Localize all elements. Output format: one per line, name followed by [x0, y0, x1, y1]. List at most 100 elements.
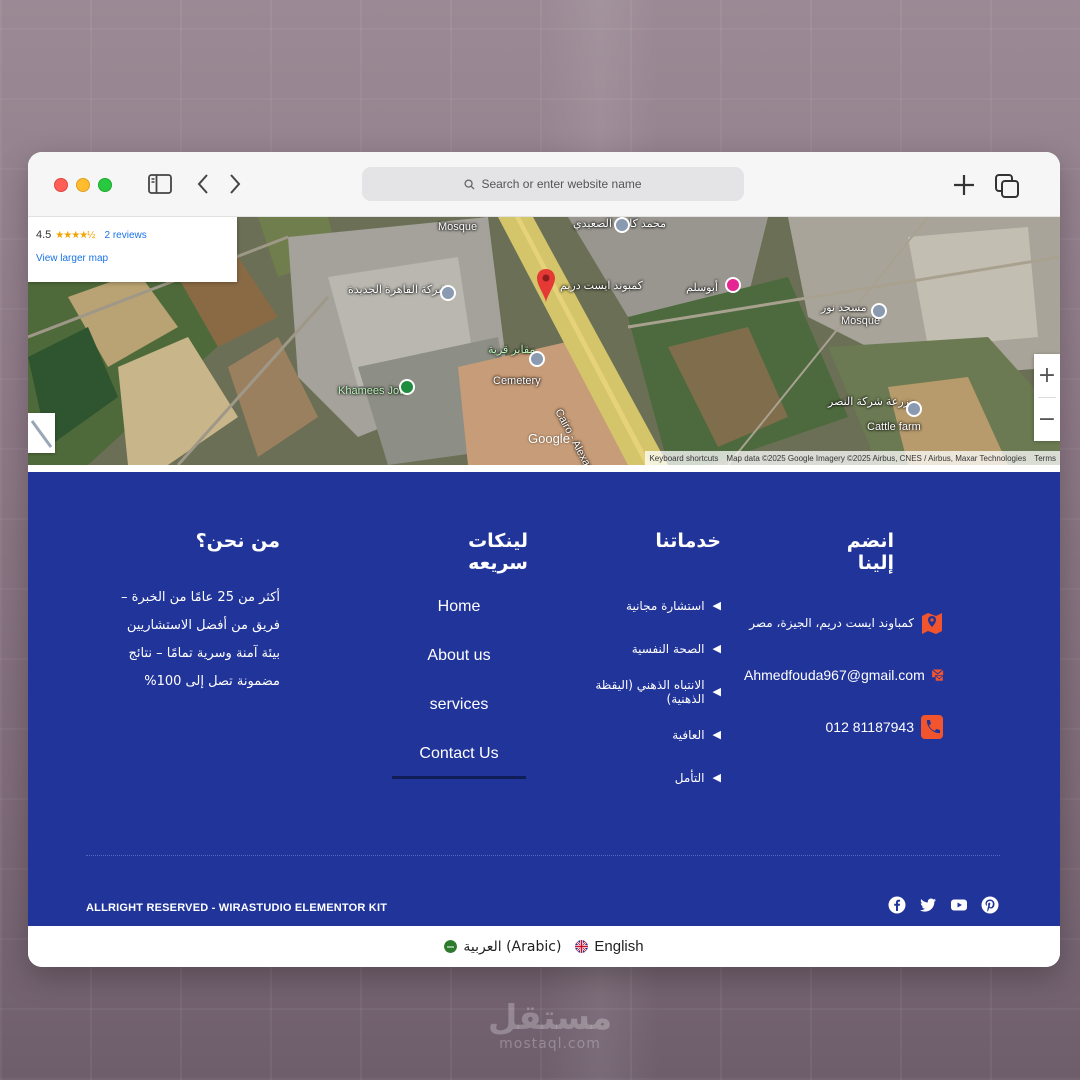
map-rating: 4.5	[36, 229, 52, 241]
search-icon	[464, 178, 475, 190]
address-text: كمباوند ايست دريم، الجيزة، مصر	[749, 616, 914, 630]
facebook-icon[interactable]	[888, 896, 906, 914]
map-poi-icon	[725, 277, 741, 293]
footer-link-contact[interactable]: Contact Us	[392, 739, 526, 779]
service-item[interactable]: التأمل ◀	[588, 756, 721, 799]
map-marker-icon[interactable]	[537, 269, 555, 303]
keyboard-shortcuts-link[interactable]: Keyboard shortcuts	[649, 454, 718, 463]
service-label: العافية	[672, 727, 705, 742]
map-zoom-control: + −	[1034, 354, 1060, 441]
browser-window: Search or enter website name كمبوند ايست…	[28, 152, 1060, 967]
social-links	[888, 896, 999, 914]
chevron-left-icon: ◀	[712, 728, 721, 741]
watermark-latin: mostaql.com	[499, 1036, 601, 1052]
map-label-mosque-top: Mosque	[438, 221, 478, 233]
map-data-text: Map data ©2025 Google Imagery ©2025 Airb…	[726, 453, 1027, 463]
chevron-left-icon: ◀	[712, 642, 721, 655]
map-location-icon	[922, 613, 942, 634]
contact-list: كمباوند ايست دريم، الجيزة، مصر Ahmedfoud…	[744, 597, 944, 753]
map-poi-icon	[614, 217, 630, 233]
new-tab-icon[interactable]	[952, 173, 976, 197]
back-arrow-icon[interactable]	[196, 173, 210, 195]
uk-flag-icon	[575, 940, 589, 953]
service-item[interactable]: الانتباه الذهني (اليقظة الذهنية) ◀	[588, 670, 721, 713]
language-english-label: English	[594, 938, 644, 955]
contact-phone[interactable]: 012 81187943	[744, 701, 944, 753]
email-text[interactable]: Ahmedfouda967@gmail.com	[744, 667, 925, 683]
phone-icon	[921, 715, 943, 739]
service-label: التأمل	[674, 770, 705, 785]
services-list: استشارة مجانية ◀ الصحة النفسية ◀ الانتبا…	[588, 584, 721, 799]
map-label-abu-salem: أبوسلم	[686, 282, 718, 294]
minimize-window-button[interactable]	[76, 178, 90, 192]
map-poi-icon	[871, 303, 887, 319]
about-line-2: بيئة آمنة وسرية تمامًا – نتائج مضمونة تص…	[128, 646, 280, 689]
language-arabic-label: العربية (Arabic)	[463, 938, 562, 955]
browser-toolbar: Search or enter website name	[28, 152, 1060, 217]
star-rating-icon: ★★★★½	[55, 229, 95, 241]
forward-arrow-icon[interactable]	[228, 173, 242, 195]
chevron-left-icon: ◀	[712, 771, 721, 784]
about-line-1: أكثر من 25 عامًا من الخبرة – فريق من أفض…	[121, 590, 280, 633]
watermark-arabic: مستقل	[487, 998, 613, 1038]
twitter-icon[interactable]	[919, 896, 937, 914]
service-label: استشارة مجانية	[626, 598, 705, 613]
view-larger-map-link[interactable]: View larger map	[36, 253, 237, 264]
sidebar-toggle-icon[interactable]	[148, 174, 172, 194]
language-switcher: العربية (Arabic) English	[28, 926, 1060, 967]
satellite-map[interactable]: كمبوند ايست دريم محمد كامل الصعيدي Mosqu…	[28, 217, 1060, 465]
copyright-text: ALLRIGHT RESERVED - WIRASTUDIO ELEMENTOR…	[86, 902, 388, 914]
map-label-cemetery: Cemetery	[493, 375, 541, 387]
map-poi-icon	[440, 285, 456, 301]
contact-email[interactable]: Ahmedfouda967@gmail.com	[744, 649, 944, 701]
service-item[interactable]: الصحة النفسية ◀	[588, 627, 721, 670]
service-item[interactable]: استشارة مجانية ◀	[588, 584, 721, 627]
zoom-in-button[interactable]: +	[1034, 354, 1060, 397]
service-item[interactable]: العافية ◀	[588, 713, 721, 756]
map-label-pin: كمبوند ايست دريم	[560, 280, 643, 292]
zoom-out-button[interactable]: −	[1034, 398, 1060, 441]
site-footer: من نحن؟ أكثر من 25 عامًا من الخبرة – فري…	[28, 472, 1060, 926]
footer-divider	[86, 855, 1000, 856]
mostaql-watermark: مستقل mostaql.com	[470, 1000, 630, 1052]
map-place-card: 4.5 ★★★★½ 2 reviews View larger map	[28, 217, 237, 282]
language-arabic[interactable]: العربية (Arabic)	[444, 939, 561, 955]
map-label-cairo-co: شركة القاهرة الجديدة	[348, 284, 448, 296]
pinterest-icon[interactable]	[981, 896, 999, 914]
map-poi-icon	[529, 351, 545, 367]
terms-link[interactable]: Terms	[1034, 454, 1056, 463]
quick-links-title: لينكات سريعه	[468, 530, 528, 574]
google-logo: Google	[528, 431, 570, 446]
saudi-flag-icon	[444, 940, 458, 953]
map-label-masjid-nour: مسجد نور	[821, 302, 867, 314]
footer-link-services[interactable]: services	[392, 690, 526, 739]
map-reviews-link[interactable]: 2 reviews	[105, 230, 147, 241]
close-window-button[interactable]	[54, 178, 68, 192]
footer-link-home[interactable]: Home	[392, 592, 526, 641]
street-view-pegman-icon[interactable]	[28, 413, 55, 453]
about-title: من نحن؟	[195, 530, 280, 552]
email-icon	[931, 669, 944, 682]
service-label: الصحة النفسية	[631, 641, 705, 656]
service-label: الانتباه الذهني (اليقظة الذهنية)	[595, 677, 705, 706]
chevron-left-icon: ◀	[712, 599, 721, 612]
about-text: أكثر من 25 عامًا من الخبرة – فريق من أفض…	[98, 584, 280, 696]
phone-text[interactable]: 012 81187943	[826, 719, 915, 735]
address-placeholder: Search or enter website name	[481, 177, 642, 191]
contact-title: انضم إلينا	[846, 530, 894, 574]
map-label-khamees: Khamees Jow	[338, 385, 408, 397]
map-label-farm: مزرعة شركة النصر	[828, 396, 916, 408]
tab-overview-icon[interactable]	[994, 173, 1020, 199]
footer-separator	[28, 465, 1060, 472]
contact-address: كمباوند ايست دريم، الجيزة، مصر	[744, 597, 944, 649]
map-label-cemetery-ar: مقابر قرية	[488, 344, 536, 356]
map-label-cattle: Cattle farm	[867, 421, 921, 433]
youtube-icon[interactable]	[950, 896, 968, 914]
services-title: خدماتنا	[655, 530, 721, 552]
language-english[interactable]: English	[575, 938, 644, 955]
address-bar[interactable]: Search or enter website name	[362, 167, 744, 201]
footer-link-about[interactable]: About us	[392, 641, 526, 690]
map-attribution: Keyboard shortcuts Map data ©2025 Google…	[645, 451, 1060, 465]
quick-links-list: Home About us services Contact Us	[392, 592, 526, 779]
maximize-window-button[interactable]	[98, 178, 112, 192]
